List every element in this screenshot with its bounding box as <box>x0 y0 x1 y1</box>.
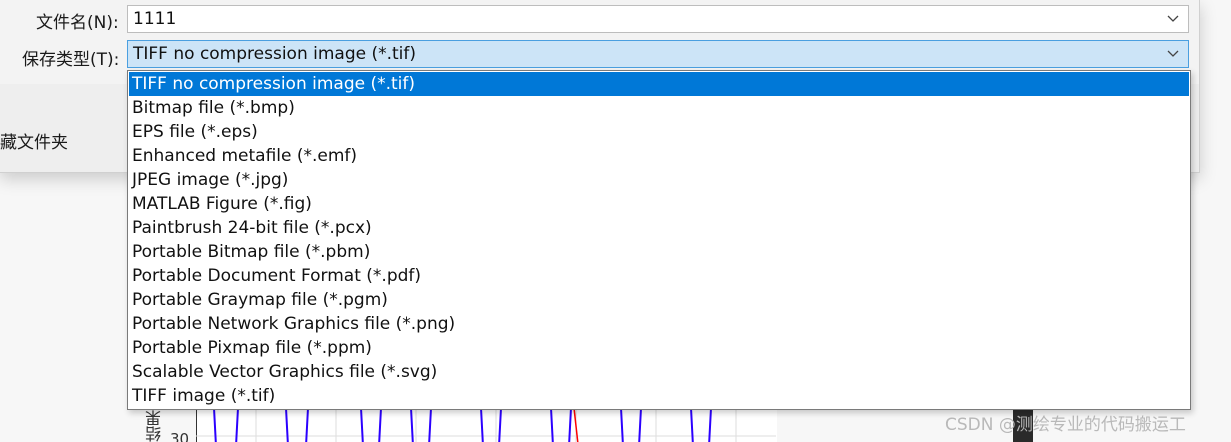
hide-folders-toggle[interactable]: 藏文件夹 <box>0 128 68 153</box>
savetype-label: 保存类型(T): <box>22 50 120 70</box>
dropdown-option[interactable]: JPEG image (*.jpg) <box>129 168 1189 192</box>
chevron-down-icon[interactable] <box>1166 41 1180 67</box>
dropdown-option[interactable]: Enhanced metafile (*.emf) <box>129 144 1189 168</box>
dropdown-option[interactable]: Portable Network Graphics file (*.png) <box>129 312 1189 336</box>
y-tick-label: 30 <box>170 430 190 442</box>
dropdown-option[interactable]: Portable Graymap file (*.pgm) <box>129 288 1189 312</box>
savetype-dropdown-list: TIFF no compression image (*.tif) Bitmap… <box>127 70 1191 410</box>
dropdown-option[interactable]: Portable Document Format (*.pdf) <box>129 264 1189 288</box>
dropdown-option[interactable]: Scalable Vector Graphics file (*.svg) <box>129 360 1189 384</box>
dropdown-option[interactable]: Portable Bitmap file (*.pbm) <box>129 240 1189 264</box>
dropdown-option[interactable]: TIFF no compression image (*.tif) <box>129 72 1189 96</box>
dropdown-option[interactable]: EPS file (*.eps) <box>129 120 1189 144</box>
dropdown-option[interactable]: MATLAB Figure (*.fig) <box>129 192 1189 216</box>
filename-field[interactable]: 1111 <box>127 5 1189 33</box>
dropdown-option[interactable]: Bitmap file (*.bmp) <box>129 96 1189 120</box>
y-axis-label-fragment: 结果 <box>145 410 164 442</box>
screen: 结果 30 CSDN @测绘专业的代码搬运工 藏文件夹 文件名(N): 1111… <box>0 0 1231 442</box>
dropdown-option[interactable]: Paintbrush 24-bit file (*.pcx) <box>129 216 1189 240</box>
savetype-value: TIFF no compression image (*.tif) <box>133 44 417 64</box>
watermark: CSDN @测绘专业的代码搬运工 <box>945 415 1186 435</box>
filename-label: 文件名(N): <box>36 13 119 33</box>
filename-value: 1111 <box>133 9 177 29</box>
chevron-down-icon[interactable] <box>1166 6 1180 32</box>
dropdown-option[interactable]: Portable Pixmap file (*.ppm) <box>129 336 1189 360</box>
dropdown-option[interactable]: TIFF image (*.tif) <box>129 384 1189 408</box>
savetype-select[interactable]: TIFF no compression image (*.tif) <box>127 40 1189 68</box>
